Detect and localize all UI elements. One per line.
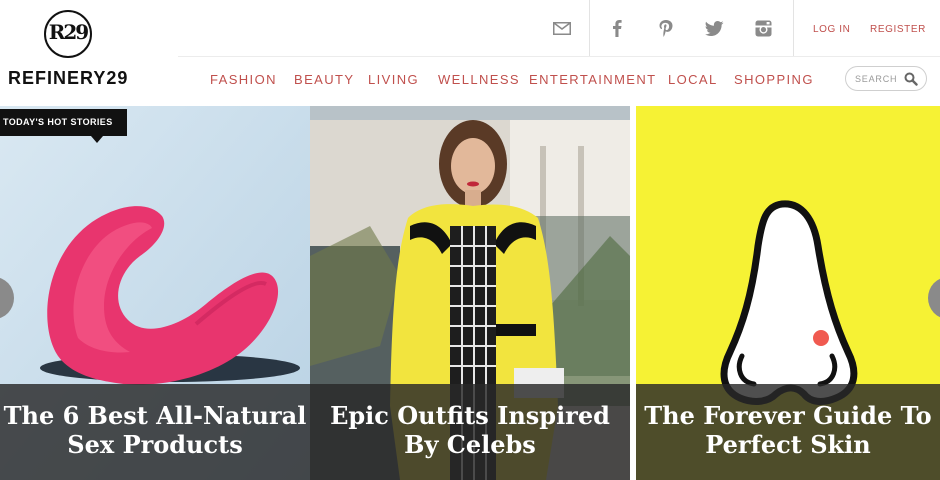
story-card[interactable]: The Forever Guide To Perfect Skin xyxy=(636,106,940,480)
instagram-icon[interactable] xyxy=(739,0,788,56)
brand-name: REFINERY29 xyxy=(8,68,129,88)
search-icon[interactable] xyxy=(904,72,918,86)
story-title-line: Perfect Skin xyxy=(705,430,871,459)
story-card[interactable]: Epic Outfits Inspired By Celebs xyxy=(310,106,630,480)
logo-mark-text: R29 xyxy=(48,20,89,44)
story-title[interactable]: The 6 Best All-Natural Sex Products xyxy=(0,384,310,480)
nav-item-fashion[interactable]: FASHION xyxy=(210,72,277,90)
social-icons xyxy=(537,0,586,56)
nav-item-beauty[interactable]: BEAUTY xyxy=(294,72,354,90)
logo-mark: R29 xyxy=(44,10,92,58)
register-link[interactable]: REGISTER xyxy=(870,24,926,35)
nav-item-shopping[interactable]: SHOPPING xyxy=(734,72,814,90)
hot-stories-badge: TODAY'S HOT STORIES xyxy=(0,109,127,136)
social-network-icons xyxy=(592,0,788,56)
story-title-line: Sex Products xyxy=(67,430,243,459)
header-rule xyxy=(178,56,940,57)
story-title[interactable]: The Forever Guide To Perfect Skin xyxy=(636,384,940,480)
badge-pointer xyxy=(91,136,103,143)
facebook-icon[interactable] xyxy=(592,0,641,56)
mail-icon[interactable] xyxy=(537,0,586,56)
nav-item-wellness[interactable]: WELLNESS xyxy=(438,72,520,90)
story-title-line: The 6 Best All-Natural xyxy=(3,401,307,430)
divider xyxy=(793,0,794,56)
search-input[interactable] xyxy=(855,72,905,86)
twitter-icon[interactable] xyxy=(690,0,739,56)
site-header: R29 REFINERY29 LOG IN REGISTER FASHION B… xyxy=(0,0,940,106)
story-title-line: Epic Outfits Inspired xyxy=(330,401,610,430)
nav-item-entertainment[interactable]: ENTERTAINMENT xyxy=(529,72,657,90)
nav-item-living[interactable]: LIVING xyxy=(368,72,419,90)
nav-item-local[interactable]: LOCAL xyxy=(668,72,718,90)
story-title-line: The Forever Guide To xyxy=(644,401,932,430)
pinterest-icon[interactable] xyxy=(641,0,690,56)
story-card[interactable]: The 6 Best All-Natural Sex Products xyxy=(0,106,310,480)
story-title-line: By Celebs xyxy=(404,430,536,459)
divider xyxy=(589,0,590,56)
search-box[interactable] xyxy=(845,66,927,91)
login-link[interactable]: LOG IN xyxy=(813,24,851,35)
site-logo[interactable]: R29 REFINERY29 xyxy=(8,8,133,94)
story-title[interactable]: Epic Outfits Inspired By Celebs xyxy=(310,384,630,480)
